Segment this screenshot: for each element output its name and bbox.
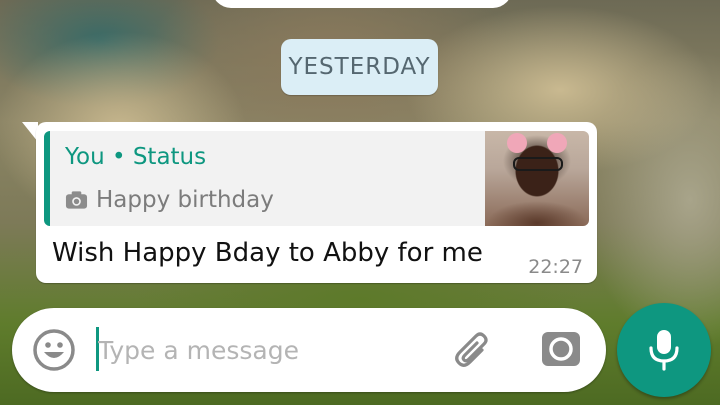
message-timestamp: 22:27 (528, 256, 583, 278)
emoji-icon[interactable] (31, 327, 77, 373)
camera-icon (65, 191, 88, 209)
camera-icon[interactable] (540, 328, 582, 370)
message-bubble[interactable]: You • Status Happy birthday Wish Happy B… (36, 122, 597, 283)
paperclip-icon[interactable] (452, 330, 494, 372)
message-input[interactable] (98, 326, 428, 374)
previous-message-bubble (212, 0, 512, 8)
quote-accent-bar (44, 131, 50, 226)
date-divider: YESTERDAY (281, 39, 438, 95)
status-photo-thumbnail (485, 131, 589, 226)
ear-left-shape (507, 133, 527, 153)
quote-text: Happy birthday (96, 187, 274, 213)
composer-bar (12, 308, 606, 392)
message-text: Wish Happy Bday to Abby for me (52, 238, 483, 268)
quote-author: You • Status (65, 144, 207, 170)
ear-right-shape (547, 133, 567, 153)
date-divider-label: YESTERDAY (288, 54, 431, 80)
quoted-status-reply[interactable]: You • Status Happy birthday (44, 131, 589, 226)
microphone-button[interactable] (617, 303, 711, 397)
glasses-shape (513, 157, 563, 171)
quote-content: Happy birthday (65, 187, 274, 213)
microphone-icon (649, 330, 679, 371)
